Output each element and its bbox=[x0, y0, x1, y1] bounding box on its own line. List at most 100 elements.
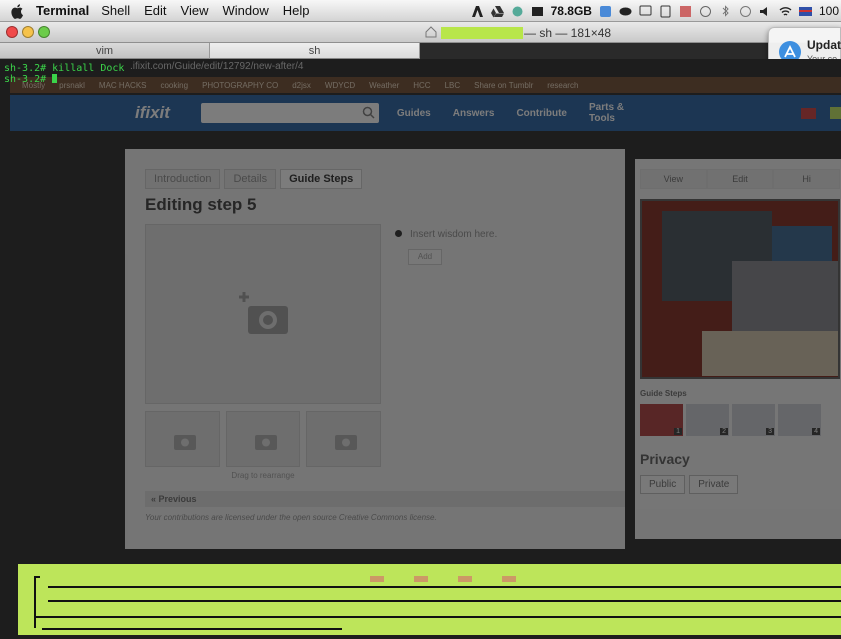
search-icon bbox=[362, 106, 375, 119]
thumbnail-slot bbox=[145, 411, 220, 467]
sync-icon[interactable] bbox=[739, 5, 752, 18]
tab-vim[interactable]: vim bbox=[0, 43, 210, 59]
step-preview-image bbox=[640, 199, 840, 379]
window-title: — sh — 181×48 bbox=[524, 26, 612, 40]
disk-meter-icon[interactable] bbox=[531, 5, 544, 18]
menu-shell[interactable]: Shell bbox=[101, 3, 130, 18]
chat-icon[interactable] bbox=[639, 5, 652, 18]
window-titlebar[interactable]: — sh — 181×48 bbox=[0, 22, 841, 43]
nav-answers: Answers bbox=[452, 107, 495, 119]
step-thumbnail: 2 bbox=[686, 404, 729, 436]
bookmarks-bar: Mostly prsnakl MAC HACKS cooking PHOTOGR… bbox=[10, 77, 841, 93]
clipboard-icon[interactable] bbox=[659, 5, 672, 18]
menu-window[interactable]: Window bbox=[223, 3, 269, 18]
wifi-icon[interactable] bbox=[779, 5, 792, 18]
nav-parts-tools: Parts & Tools bbox=[588, 102, 624, 124]
flag-icon[interactable] bbox=[798, 5, 812, 18]
editor-tabs: Introduction Details Guide Steps bbox=[145, 169, 363, 189]
bookmark-item: Weather bbox=[369, 80, 400, 90]
background-browser-window: .ifixit.com/Guide/edit/12792/new-after/4… bbox=[10, 59, 841, 559]
adobe-icon[interactable] bbox=[471, 5, 484, 18]
nav-contribute: Contribute bbox=[516, 107, 567, 119]
drag-hint: Drag to rearrange bbox=[231, 471, 295, 480]
tab-introduction: Introduction bbox=[145, 169, 221, 189]
tab-guide-steps: Guide Steps bbox=[280, 169, 363, 189]
page-title: Editing step 5 bbox=[145, 195, 257, 214]
time-machine-icon[interactable] bbox=[699, 5, 712, 18]
preview-tabs: View Edit Hi bbox=[640, 169, 841, 189]
close-button[interactable] bbox=[6, 26, 18, 38]
thumbnail-dropzones bbox=[145, 411, 382, 467]
privacy-private-button: Private bbox=[689, 475, 739, 494]
license-note: Your contributions are licensed under th… bbox=[145, 513, 437, 522]
bullet-line: Insert wisdom here. bbox=[395, 229, 497, 240]
add-photo-icon bbox=[254, 435, 277, 450]
bookmark-item: PHOTOGRAPHY CO bbox=[202, 80, 279, 90]
menu-help[interactable]: Help bbox=[283, 3, 310, 18]
battery-percent[interactable]: 100 bbox=[819, 4, 839, 18]
preview-panel: View Edit Hi Guide Steps 1 2 3 4 Privacy… bbox=[635, 159, 841, 539]
bullet-dot-icon bbox=[395, 230, 402, 237]
thumbnail-slot bbox=[225, 411, 301, 467]
redaction-overlay bbox=[441, 27, 523, 39]
privacy-options: Public Private bbox=[640, 475, 739, 494]
volume-icon[interactable] bbox=[759, 5, 772, 18]
minimize-button[interactable] bbox=[22, 26, 34, 38]
add-bullet-button: Add bbox=[408, 249, 442, 265]
highlight-overlay bbox=[18, 564, 841, 635]
bookmark-item: d2jsx bbox=[292, 80, 311, 90]
tab-sh[interactable]: sh bbox=[210, 43, 420, 59]
bookmark-item: HCC bbox=[413, 80, 431, 90]
guide-editor: Introduction Details Guide Steps Editing… bbox=[125, 149, 625, 549]
terminal-output: sh-3.2# killall Dock sh-3.2# bbox=[4, 63, 124, 85]
terminal-tab-bar: vim sh bbox=[0, 43, 420, 59]
language-flag-icon bbox=[800, 107, 816, 119]
eye-icon[interactable] bbox=[619, 5, 632, 18]
app-menu-terminal[interactable]: Terminal bbox=[36, 3, 89, 18]
main-image-dropzone bbox=[145, 224, 381, 404]
notification-title: Update bbox=[807, 38, 841, 52]
google-drive-icon[interactable] bbox=[490, 5, 504, 18]
bookmark-item: research bbox=[547, 80, 579, 90]
step-thumbnail: 4 bbox=[778, 404, 821, 436]
terminal-line: sh-3.2# killall Dock bbox=[4, 63, 125, 74]
bookmark-item: WDYCD bbox=[324, 80, 356, 90]
bookmark-item: cooking bbox=[160, 80, 189, 90]
apple-menu-icon[interactable] bbox=[10, 3, 26, 19]
site-navigation: ifixit Guides Answers Contribute Parts &… bbox=[10, 95, 841, 131]
guide-steps-label: Guide Steps bbox=[640, 389, 687, 398]
add-photo-icon bbox=[174, 435, 196, 450]
home-folder-icon bbox=[425, 26, 437, 38]
tab-edit: Edit bbox=[706, 169, 774, 189]
previous-link: « Previous bbox=[145, 491, 625, 507]
terminal-body[interactable]: sh-3.2# killall Dock sh-3.2# .ifixit.com… bbox=[0, 59, 841, 639]
guide-steps-thumbnails: 1 2 3 4 bbox=[640, 404, 821, 436]
menu-edit[interactable]: Edit bbox=[144, 3, 166, 18]
bluetooth-icon[interactable] bbox=[719, 4, 732, 18]
disk-space-label[interactable]: 78.8GB bbox=[551, 4, 592, 18]
menu-view[interactable]: View bbox=[181, 3, 209, 18]
redaction-overlay bbox=[829, 107, 841, 119]
bookmark-item: LBC bbox=[444, 80, 461, 90]
thumbnail-slot bbox=[306, 411, 382, 467]
privacy-heading: Privacy bbox=[640, 451, 690, 467]
step-thumbnail: 3 bbox=[732, 404, 775, 436]
menu-bar: Terminal Shell Edit View Window Help 78.… bbox=[0, 0, 841, 22]
browser-url: .ifixit.com/Guide/edit/12792/new-after/4 bbox=[130, 61, 304, 72]
bluetooth-app-icon[interactable] bbox=[599, 5, 612, 18]
nav-guides: Guides bbox=[396, 107, 431, 119]
zoom-button[interactable] bbox=[38, 26, 50, 38]
add-photo-icon bbox=[239, 292, 288, 334]
site-logo: ifixit bbox=[135, 103, 170, 122]
site-search-input bbox=[200, 103, 379, 123]
window-controls bbox=[6, 26, 50, 38]
dock-peek bbox=[370, 576, 610, 582]
tab-view: View bbox=[640, 169, 707, 189]
colorful-app-icon[interactable] bbox=[679, 5, 692, 18]
tab-details: Details bbox=[224, 169, 277, 189]
step-thumbnail: 1 bbox=[640, 404, 683, 436]
terminal-cursor bbox=[52, 74, 58, 83]
status-menu-area: 78.8GB 100 bbox=[471, 0, 841, 22]
privacy-public-button: Public bbox=[640, 475, 686, 494]
cloud-sync-icon[interactable] bbox=[511, 5, 524, 18]
